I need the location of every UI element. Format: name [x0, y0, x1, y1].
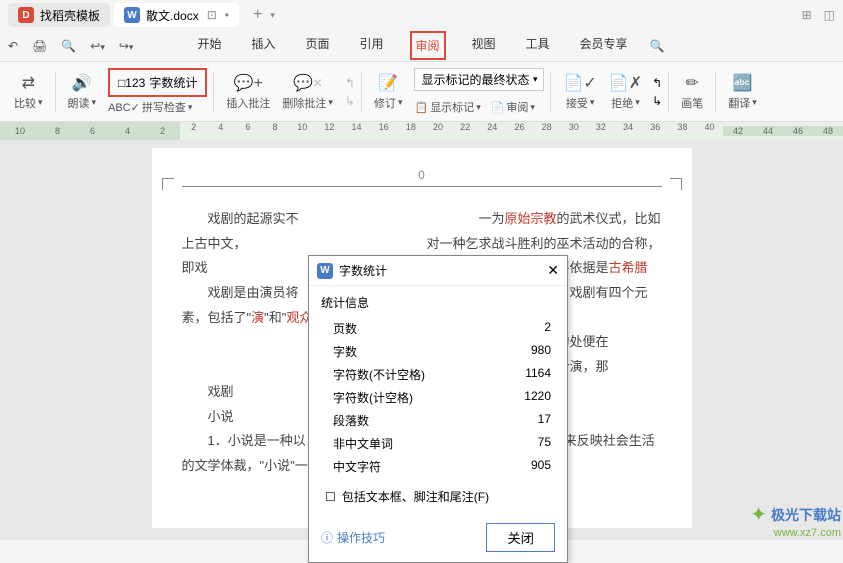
dialog-title-text: 字数统计 [339, 262, 387, 279]
compare-icon: ⇄ [22, 73, 35, 93]
titlebar: D 找稻壳模板 W 散文.docx ⊡ • + ▾ ⊞ ◫ [0, 0, 843, 30]
next-change-icon[interactable]: ↳ [652, 94, 662, 108]
comment-add-icon: 💬+ [234, 73, 263, 93]
star-icon: ✦ [750, 502, 767, 527]
word-icon: W [124, 7, 140, 23]
ribbon: ⇄ 比较▾ 🔊 朗读▾ □123 字数统计 ABC✓ 拼写检查▾ 💬+ 插入批注… [0, 62, 843, 122]
search-icon[interactable]: 🔍 [650, 39, 665, 53]
wordcount-button[interactable]: □123 字数统计 [108, 68, 207, 97]
tab-template[interactable]: D 找稻壳模板 [8, 3, 110, 27]
translate-button[interactable]: 🔤 翻译▾ [722, 71, 763, 113]
stat-row-pages: 页数2 [321, 317, 555, 340]
tab-label: 散文.docx [146, 7, 199, 24]
accept-button[interactable]: 📄✓ 接受▾ [557, 71, 602, 113]
print-icon[interactable]: 🖨 [32, 39, 47, 53]
menu-review[interactable]: 审阅 [410, 31, 446, 60]
reject-icon: 📄✗ [609, 73, 642, 93]
tips-link[interactable]: ⓘ 操作技巧 [321, 529, 385, 546]
prev-comment-icon[interactable]: ↰ [345, 76, 355, 90]
spellcheck-icon: ABC✓ [108, 101, 140, 114]
spellcheck-button[interactable]: ABC✓ 拼写检查▾ [108, 99, 207, 115]
stats-header: 统计信息 [321, 294, 555, 311]
wordcount-dialog: W 字数统计 ✕ 统计信息 页数2 字数980 字符数(不计空格)1164 字符… [308, 255, 568, 563]
menu-tools[interactable]: 工具 [522, 31, 554, 60]
next-comment-icon[interactable]: ↳ [345, 94, 355, 108]
speaker-icon: 🔊 [72, 73, 92, 93]
menu-reference[interactable]: 引用 [355, 31, 387, 60]
menu-view[interactable]: 视图 [468, 31, 500, 60]
ruler: 108642 246810121416182022242628303234363… [0, 122, 843, 140]
compare-button[interactable]: ⇄ 比较▾ [8, 71, 49, 113]
watermark: ✦ 极光下载站 www.xz7.com [750, 502, 841, 539]
menu-page[interactable]: 页面 [301, 31, 333, 60]
accept-icon: 📄✓ [563, 73, 596, 93]
include-textbox-checkbox[interactable]: ☐ 包括文本框、脚注和尾注(F) [321, 488, 555, 505]
menu-start[interactable]: 开始 [193, 31, 225, 60]
revise-button[interactable]: 📝 修订▾ [368, 71, 409, 113]
prev-change-icon[interactable]: ↰ [652, 76, 662, 90]
markup-state-dropdown[interactable]: 显示标记的最终状态 ▾ [414, 68, 544, 91]
template-icon: D [18, 7, 34, 23]
menu-member[interactable]: 会员专享 [576, 31, 632, 60]
menubar: ↶ 🖨 🔍 ↩▾ ↪▾ 开始 插入 页面 引用 审阅 视图 工具 会员专享 🔍 [0, 30, 843, 62]
stat-row-words: 字数980 [321, 340, 555, 363]
back-icon[interactable]: ↶ [8, 39, 18, 53]
stat-row-chars-nospace: 字符数(不计空格)1164 [321, 363, 555, 386]
stat-row-chars-space: 字符数(计空格)1220 [321, 386, 555, 409]
page-number: 0 [182, 168, 662, 187]
tab-document[interactable]: W 散文.docx ⊡ • [114, 3, 239, 27]
stat-row-nonchinese: 非中文单词75 [321, 432, 555, 455]
pen-icon: ✏ [686, 73, 699, 93]
chevron-down-icon: ▾ [533, 74, 538, 85]
comment-delete-icon: 💬× [293, 73, 322, 93]
redo-icon[interactable]: ↪▾ [119, 39, 134, 53]
panel-icon[interactable]: ⊞ [802, 8, 812, 22]
cube-icon[interactable]: ◫ [824, 8, 835, 22]
translate-icon: 🔤 [733, 73, 753, 93]
revise-icon: 📝 [378, 73, 398, 93]
delete-comment-button[interactable]: 💬× 删除批注▾ [276, 71, 339, 113]
tab-menu-icon[interactable]: ▾ [270, 10, 275, 21]
stat-row-chinese: 中文字符905 [321, 455, 555, 478]
tab-label: 找稻壳模板 [40, 7, 100, 24]
insert-comment-button[interactable]: 💬+ 插入批注 [220, 71, 276, 113]
tab-expand-icon[interactable]: ⊡ [207, 8, 217, 22]
tab-dot-icon[interactable]: • [225, 8, 229, 22]
reject-button[interactable]: 📄✗ 拒绝▾ [603, 71, 648, 113]
undo-icon[interactable]: ↩▾ [90, 39, 105, 53]
info-icon: ⓘ [321, 529, 333, 546]
word-icon: W [317, 263, 333, 279]
stat-row-paragraphs: 段落数17 [321, 409, 555, 432]
review-pane-button[interactable]: 📄 审阅▾ [491, 99, 535, 115]
pen-button[interactable]: ✏ 画笔 [675, 71, 709, 113]
dialog-titlebar[interactable]: W 字数统计 ✕ [309, 256, 567, 286]
checkbox-icon: ☐ [325, 490, 336, 504]
close-button[interactable]: 关闭 [486, 523, 555, 552]
preview-icon[interactable]: 🔍 [61, 39, 76, 53]
menu-insert[interactable]: 插入 [247, 31, 279, 60]
read-button[interactable]: 🔊 朗读▾ [62, 71, 103, 113]
show-markup-button[interactable]: 📋 显示标记▾ [414, 99, 480, 115]
wordcount-icon: □123 [118, 76, 145, 90]
close-icon[interactable]: ✕ [547, 262, 559, 279]
new-tab-button[interactable]: + [253, 6, 262, 24]
